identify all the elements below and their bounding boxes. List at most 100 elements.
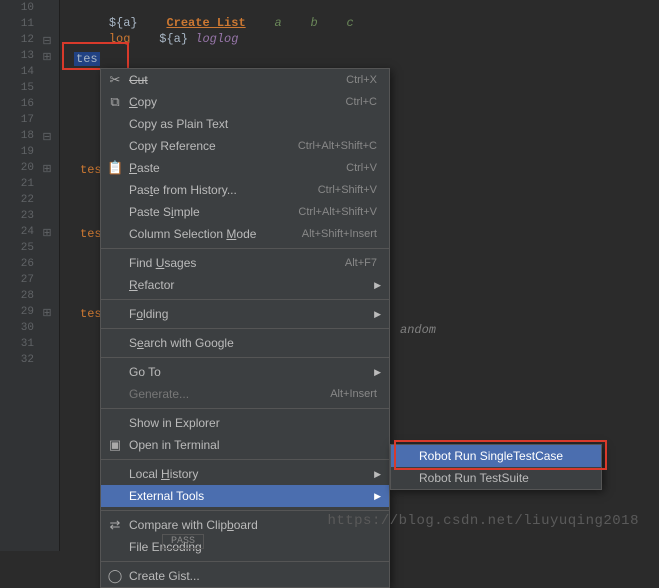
shortcut: Ctrl+V [346,162,377,174]
fold-expand-icon[interactable]: ⊞ [40,162,54,176]
test-name[interactable]: tes [80,307,102,321]
line-num: 25 [0,242,34,254]
line-num: 14 [0,66,34,78]
menu-label: efactor [138,278,175,292]
menu-refactor[interactable]: Refactor ▶ [101,274,389,296]
compare-icon: ⇄ [107,517,123,533]
line-num: 13 [0,50,34,62]
menu-local-history[interactable]: Local History ▶ [101,463,389,485]
cut-icon: ✂ [107,72,123,88]
shortcut: Ctrl+Shift+V [318,184,377,196]
menu-label: Copy Reference [129,139,298,153]
line-num: 16 [0,98,34,110]
line-num: 24 [0,226,34,238]
watermark-text: https://blog.csdn.net/liuyuqing2018 [327,513,639,529]
fold-collapse-icon[interactable]: ⊟ [40,34,54,48]
fold-expand-icon[interactable]: ⊞ [40,306,54,320]
fold-expand-icon[interactable]: ⊞ [40,50,54,64]
menu-copy-plain[interactable]: Copy as Plain Text [101,113,389,135]
menu-separator [101,510,389,511]
test-name[interactable]: tes [80,163,102,177]
menu-create-gist[interactable]: ◯ Create Gist... [101,565,389,587]
text: loglog [195,32,238,46]
submenu-arrow-icon: ▶ [374,309,381,320]
menu-file-encoding[interactable]: File Encoding [101,536,389,558]
menu-label: Robot Run TestSuite [419,471,589,485]
text: andom [400,323,436,337]
line-num: 20 [0,162,34,174]
status-tab[interactable]: PASS [162,534,204,549]
menu-label: Cut [129,73,148,87]
menu-label: Open in Terminal [129,438,377,452]
submenu-robot-run-suite[interactable]: Robot Run TestSuite [391,467,601,489]
menu-paste-simple[interactable]: Paste Simple Ctrl+Alt+Shift+V [101,201,389,223]
test-name[interactable]: tes [80,227,102,241]
submenu-arrow-icon: ▶ [374,367,381,378]
menu-label: Column Selection Mode [129,227,256,241]
menu-copy-reference[interactable]: Copy Reference Ctrl+Alt+Shift+C [101,135,389,157]
line-num: 29 [0,306,34,318]
menu-label: Create Gist... [129,569,377,583]
menu-separator [101,328,389,329]
menu-label: Go To [129,365,377,379]
arg: a [274,16,281,30]
fold-collapse-icon[interactable]: ⊟ [40,130,54,144]
shortcut: Alt+Insert [330,388,377,400]
menu-label: Paste Simple [129,205,200,219]
line-num: 22 [0,194,34,206]
menu-copy[interactable]: ⧉ Copy Ctrl+C [101,91,389,113]
github-icon: ◯ [107,568,123,584]
menu-label: aste [137,161,160,175]
variable: ${a} [159,32,188,46]
menu-generate[interactable]: Generate... Alt+Insert [101,383,389,405]
submenu-arrow-icon: ▶ [374,469,381,480]
line-num: 21 [0,178,34,190]
menu-label: Search with Google [129,336,234,350]
terminal-icon: ▣ [107,437,123,453]
menu-goto[interactable]: Go To ▶ [101,361,389,383]
shortcut: Alt+F7 [345,257,377,269]
context-menu: ✂ Cut Ctrl+X ⧉ Copy Ctrl+C Copy as Plain… [100,68,390,588]
menu-label: Show in Explorer [129,416,377,430]
menu-label: External Tools [129,489,377,503]
menu-separator [101,248,389,249]
menu-open-terminal[interactable]: ▣ Open in Terminal [101,434,389,456]
menu-label: Compare with Clipboard [129,518,258,532]
line-num: 15 [0,82,34,94]
menu-separator [101,561,389,562]
menu-label: Find Usages [129,256,196,270]
copy-icon: ⧉ [107,94,123,110]
shortcut: Ctrl+Alt+Shift+C [298,140,377,152]
menu-label: Local History [129,467,198,481]
shortcut: Ctrl+Alt+Shift+V [298,206,377,218]
line-num: 31 [0,338,34,350]
menu-search-google[interactable]: Search with Google [101,332,389,354]
menu-label: Generate... [129,387,330,401]
selected-text[interactable]: tes [74,52,100,66]
line-num: 19 [0,146,34,158]
line-num: 32 [0,354,34,366]
menu-paste[interactable]: 📋 Paste Ctrl+V [101,157,389,179]
line-num: 28 [0,290,34,302]
menu-column-selection[interactable]: Column Selection Mode Alt+Shift+Insert [101,223,389,245]
gutter: 10 11 12 ⊟ 13 ⊞ 14 15 16 17 18 ⊟ 19 20 ⊞… [0,0,60,551]
submenu-arrow-icon: ▶ [374,280,381,291]
menu-paste-history[interactable]: Paste from History... Ctrl+Shift+V [101,179,389,201]
menu-label: Copy as Plain Text [129,117,377,131]
shortcut: Ctrl+X [346,74,377,86]
submenu-arrow-icon: ▶ [374,491,381,502]
line-num: 26 [0,258,34,270]
menu-folding[interactable]: Folding ▶ [101,303,389,325]
menu-label: Paste from History... [129,183,237,197]
shortcut: Alt+Shift+Insert [302,228,377,240]
fold-expand-icon[interactable]: ⊞ [40,226,54,240]
line-num: 10 [0,2,34,14]
line-num: 11 [0,18,34,30]
line-num: 30 [0,322,34,334]
line-num: 18 [0,130,34,142]
menu-show-explorer[interactable]: Show in Explorer [101,412,389,434]
menu-separator [101,459,389,460]
menu-external-tools[interactable]: External Tools ▶ [101,485,389,507]
menu-cut[interactable]: ✂ Cut Ctrl+X [101,69,389,91]
menu-find-usages[interactable]: Find Usages Alt+F7 [101,252,389,274]
